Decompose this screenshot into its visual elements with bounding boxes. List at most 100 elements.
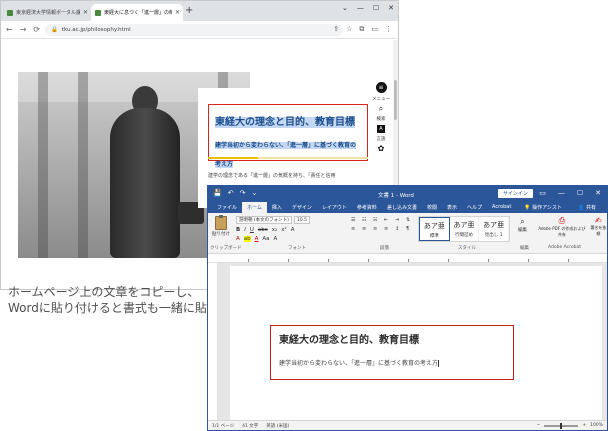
tab-insert[interactable]: 挿入 <box>267 202 287 213</box>
edit-button[interactable]: ⌕ 編集 <box>518 217 527 233</box>
pasted-heading[interactable]: 東経大の理念と目的、教育目標 <box>279 331 505 346</box>
italic-button[interactable]: I <box>244 227 246 233</box>
maximize-icon[interactable]: ☐ <box>373 4 379 12</box>
status-bar: 1/1 ページ 41 文字 英語 (米国) − + 100% <box>208 420 607 430</box>
tab-title: 東京経済大学情報ポータル課 <box>16 10 80 16</box>
word-title-bar: 💾 ↶ ↷ ⌄ 文書 1 - Word サインイン ▭ — ☐ ✕ <box>208 186 607 202</box>
underline-button[interactable]: U <box>250 227 254 233</box>
scroll-thumb[interactable] <box>394 80 397 120</box>
bullets-icon[interactable]: ☰ <box>351 217 359 224</box>
language-icon[interactable]: A <box>377 125 385 133</box>
format-row-1: B I U abc x₂ x² A <box>236 227 294 233</box>
language-status[interactable]: 英語 (米国) <box>266 423 289 429</box>
close-window-icon[interactable]: ✕ <box>388 4 394 12</box>
vertical-ruler[interactable] <box>208 263 218 421</box>
tab-search-icon[interactable]: ⌄ <box>342 4 348 12</box>
subscript-button[interactable]: x₂ <box>272 227 277 233</box>
font-color-button[interactable]: A <box>255 236 259 242</box>
menu-kebab-icon[interactable]: ⋮ <box>385 25 392 34</box>
page-count[interactable]: 1/1 ページ <box>212 423 234 429</box>
reload-icon[interactable]: ⟳ <box>33 25 40 34</box>
sidepanel-icon[interactable]: ▭ <box>371 25 378 34</box>
customize-qat-icon[interactable]: ⌄ <box>251 189 257 197</box>
forward-icon[interactable]: → <box>20 25 27 34</box>
superscript-button[interactable]: x² <box>281 227 286 233</box>
minimize-icon[interactable]: — <box>357 4 364 12</box>
undo-icon[interactable]: ↶ <box>228 189 234 197</box>
tab-file[interactable]: ファイル <box>212 202 242 213</box>
char-border-button[interactable]: A <box>274 236 278 242</box>
close-window-icon[interactable]: ✕ <box>595 189 601 197</box>
align-left-icon[interactable]: ≡ <box>351 226 359 233</box>
align-center-icon[interactable]: ≡ <box>362 226 370 233</box>
redo-icon[interactable]: ↷ <box>240 189 246 197</box>
close-icon[interactable]: ✕ <box>83 9 88 16</box>
zoom-out-icon[interactable]: − <box>537 423 541 428</box>
new-tab-button[interactable]: + <box>185 5 193 16</box>
tab-layout[interactable]: レイアウト <box>317 202 352 213</box>
ribbon-group-labels: クリップボード フォント 段落 スタイル 編集 Adobe Acrobat <box>208 245 607 253</box>
share-icon[interactable]: ⇪ <box>333 25 339 34</box>
tab-mailings[interactable]: 差し込み文書 <box>382 202 422 213</box>
line-spacing-icon[interactable]: ↕ <box>395 226 403 233</box>
zoom-level[interactable]: 100% <box>590 423 603 428</box>
tab-portal[interactable]: 東京経済大学情報ポータル課 ✕ <box>3 4 91 21</box>
font-name-select[interactable]: 游明朝 (本文のフォント) <box>236 216 292 224</box>
decrease-indent-icon[interactable]: ⇤ <box>384 217 392 224</box>
tab-acrobat[interactable]: Acrobat <box>487 202 516 213</box>
ribbon-display-icon[interactable]: ▭ <box>539 189 546 197</box>
multilevel-icon[interactable]: ☵ <box>373 217 381 224</box>
tell-me-search[interactable]: 💡 操作アシスト <box>519 202 567 213</box>
search-icon[interactable]: ⌕ <box>379 105 383 113</box>
justify-icon[interactable]: ≡ <box>384 226 392 233</box>
align-right-icon[interactable]: ≡ <box>373 226 381 233</box>
tab-home[interactable]: ホーム <box>242 202 267 213</box>
signin-button[interactable]: サインイン <box>498 189 534 198</box>
style-heading-1[interactable]: あア亜 見出し 1 <box>479 217 510 241</box>
extensions-icon[interactable]: ⧉ <box>359 25 364 34</box>
accent-bar <box>208 157 258 159</box>
flower-icon[interactable]: ✿ <box>378 145 385 153</box>
highlight-button[interactable]: ab <box>243 236 251 242</box>
font-size-select[interactable]: 10.5 <box>294 216 310 224</box>
show-marks-icon[interactable]: ¶ <box>406 226 414 233</box>
change-case-button[interactable]: Aa <box>262 236 269 242</box>
tab-review[interactable]: 校閲 <box>422 202 442 213</box>
pasted-subheading[interactable]: 建学当初から変わらない、「進一層」に基づく教育の考え方 <box>279 358 505 367</box>
increase-indent-icon[interactable]: ⇥ <box>395 217 403 224</box>
tab-help[interactable]: ヘルプ <box>462 202 487 213</box>
menu-icon[interactable]: ≡ <box>375 82 387 93</box>
create-pdf-button[interactable]: ⎙ Adobe PDF の作成および共有 <box>538 216 586 238</box>
tab-view[interactable]: 表示 <box>442 202 462 213</box>
zoom-in-icon[interactable]: + <box>582 423 586 428</box>
paste-button[interactable]: 貼り付け <box>212 215 230 242</box>
word-count[interactable]: 41 文字 <box>242 423 258 429</box>
save-icon[interactable]: 💾 <box>213 189 222 197</box>
style-normal[interactable]: あア亜 標準 <box>419 217 450 241</box>
share-button[interactable]: 👤 共有 <box>573 202 601 213</box>
sort-icon[interactable]: ⇅ <box>406 217 414 224</box>
style-no-spacing[interactable]: あア亜 行間詰め <box>450 217 480 241</box>
back-icon[interactable]: ← <box>6 25 13 34</box>
text-effect-button[interactable]: A <box>236 236 240 242</box>
strikethrough-button[interactable]: abc <box>258 227 268 233</box>
tab-philosophy[interactable]: 東経大に息づく「進一層」の精神 ✕ <box>91 4 183 21</box>
close-icon[interactable]: ✕ <box>175 9 180 16</box>
search-label: 検索 <box>376 117 386 122</box>
url-input[interactable]: 🔒 tku.ac.jp/philosophy.html <box>45 24 343 36</box>
request-signature-button[interactable]: ✍ 署名を依頼 <box>590 216 607 238</box>
tab-references[interactable]: 参考資料 <box>352 202 382 213</box>
bookmark-star-icon[interactable]: ☆ <box>346 25 352 34</box>
horizontal-ruler[interactable] <box>208 255 607 263</box>
tab-design[interactable]: デザイン <box>287 202 317 213</box>
web-page-heading[interactable]: 東経大の理念と目的、教育目標 <box>215 117 355 128</box>
web-page-subheading[interactable]: 建学当初から変わらない、「進一層」に基づく教育の考え方 <box>215 142 357 168</box>
accent-bar-light <box>258 157 368 159</box>
word-window: 💾 ↶ ↷ ⌄ 文書 1 - Word サインイン ▭ — ☐ ✕ ファイル ホ… <box>207 185 608 431</box>
clear-format-button[interactable]: A <box>291 227 295 233</box>
bold-button[interactable]: B <box>236 227 240 233</box>
minimize-icon[interactable]: — <box>558 189 565 197</box>
numbering-icon[interactable]: ☷ <box>362 217 370 224</box>
maximize-icon[interactable]: ☐ <box>577 189 583 197</box>
zoom-slider[interactable] <box>544 422 579 429</box>
